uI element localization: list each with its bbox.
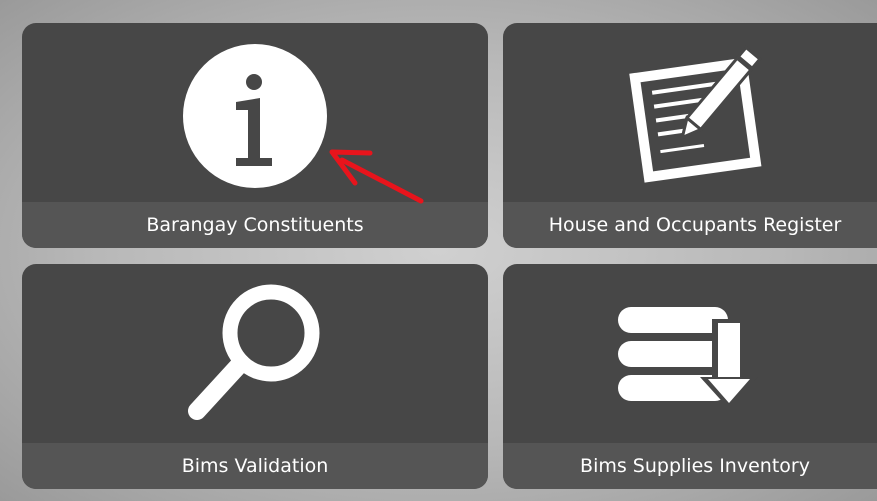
- magnifier-icon: [22, 264, 488, 444]
- register-pencil-icon: [503, 23, 877, 203]
- tile-barangay-constituents[interactable]: Barangay Constituents: [22, 23, 488, 248]
- tile-label: Bims Supplies Inventory: [503, 443, 877, 489]
- tile-bims-validation[interactable]: Bims Validation: [22, 264, 488, 489]
- inventory-download-icon: [503, 264, 877, 444]
- tile-bims-supplies-inventory[interactable]: Bims Supplies Inventory: [503, 264, 877, 489]
- info-icon: [22, 23, 488, 203]
- tile-label: Barangay Constituents: [22, 202, 488, 248]
- tile-label: House and Occupants Register: [503, 202, 877, 248]
- tile-label: Bims Validation: [22, 443, 488, 489]
- tile-house-occupants-register[interactable]: House and Occupants Register: [503, 23, 877, 248]
